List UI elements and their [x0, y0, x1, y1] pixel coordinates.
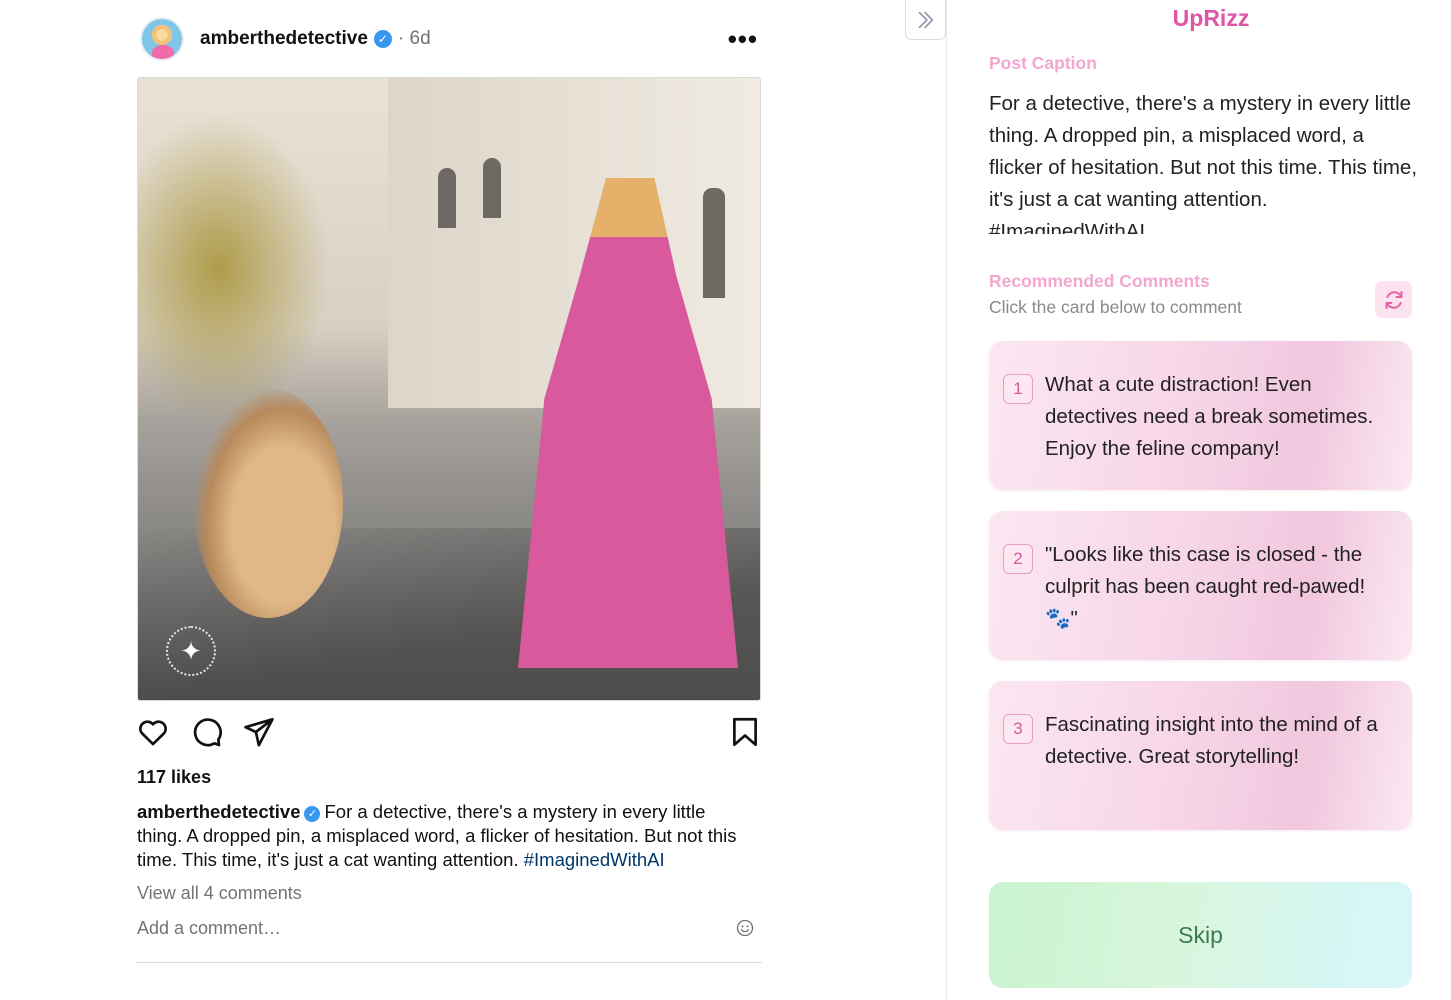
heart-icon[interactable]	[136, 715, 170, 749]
uprizz-panel: UpRizz Post Caption For a detective, the…	[947, 0, 1451, 1000]
instagram-post: amberthedetective ✓ · 6d ••• ✦ 117 likes…	[0, 0, 946, 1000]
skip-label: Skip	[1178, 921, 1223, 948]
comment-card[interactable]: 1 What a cute distraction! Even detectiv…	[989, 341, 1412, 490]
post-caption: amberthedetective ✓ For a detective, there…	[137, 800, 752, 872]
add-comment-input[interactable]: Add a comment…	[137, 918, 281, 939]
comment-text: What a cute distraction! Even detectives…	[1045, 373, 1374, 460]
post-image[interactable]: ✦	[137, 77, 761, 701]
chevrons-right-icon	[918, 11, 933, 28]
post-caption-text: For a detective, there's a mystery in ev…	[989, 92, 1418, 234]
cat	[193, 388, 343, 618]
emoji-icon[interactable]	[736, 919, 754, 937]
window	[483, 158, 501, 218]
comment-card[interactable]: 2 "Looks like this case is closed - the …	[989, 511, 1412, 660]
comment-text: "Looks like this case is closed - the cu…	[1045, 543, 1366, 630]
page: amberthedetective ✓ · 6d ••• ✦ 117 likes…	[0, 0, 1451, 1000]
likes-count[interactable]: 117 likes	[137, 767, 211, 788]
verified-badge-icon: ✓	[304, 806, 321, 822]
post-actions	[136, 715, 762, 751]
comment-number: 3	[1003, 714, 1033, 744]
post-header: amberthedetective ✓ · 6d •••	[140, 17, 762, 61]
comment-card[interactable]: 3 Fascinating insight into the mind of a…	[989, 681, 1412, 830]
verified-badge-icon: ✓	[373, 30, 392, 48]
recommended-comments-label: Recommended Comments	[989, 271, 1210, 291]
comment-text: Fascinating insight into the mind of a d…	[1045, 713, 1378, 768]
post-caption-label: Post Caption	[989, 53, 1097, 73]
share-icon[interactable]	[242, 715, 276, 749]
refresh-icon	[1385, 290, 1402, 309]
avatar[interactable]	[140, 17, 184, 61]
collapse-panel-button[interactable]	[905, 0, 946, 40]
app-title: UpRizz	[1172, 5, 1250, 31]
comment-number: 1	[1003, 374, 1033, 404]
post-username[interactable]: amberthedetective	[200, 28, 368, 50]
post-time[interactable]: · 6d	[398, 28, 431, 50]
comment-hint: Click the card below to comment	[989, 297, 1242, 317]
skip-button[interactable]: Skip	[989, 882, 1412, 988]
bookmark-icon[interactable]	[728, 715, 762, 749]
more-options-icon[interactable]: •••	[728, 26, 758, 52]
window	[703, 188, 725, 298]
comment-number: 2	[1003, 544, 1033, 574]
refresh-button[interactable]	[1375, 281, 1412, 318]
comment-icon[interactable]	[189, 715, 223, 749]
caption-username[interactable]: amberthedetective	[137, 801, 300, 822]
ai-sparkle-icon: ✦	[166, 626, 216, 676]
divider	[136, 962, 762, 963]
view-all-comments-link[interactable]: View all 4 comments	[137, 883, 302, 904]
hashtag-link[interactable]: #ImaginedWithAI	[524, 849, 665, 870]
add-comment-row: Add a comment…	[137, 915, 762, 941]
window	[438, 168, 456, 228]
